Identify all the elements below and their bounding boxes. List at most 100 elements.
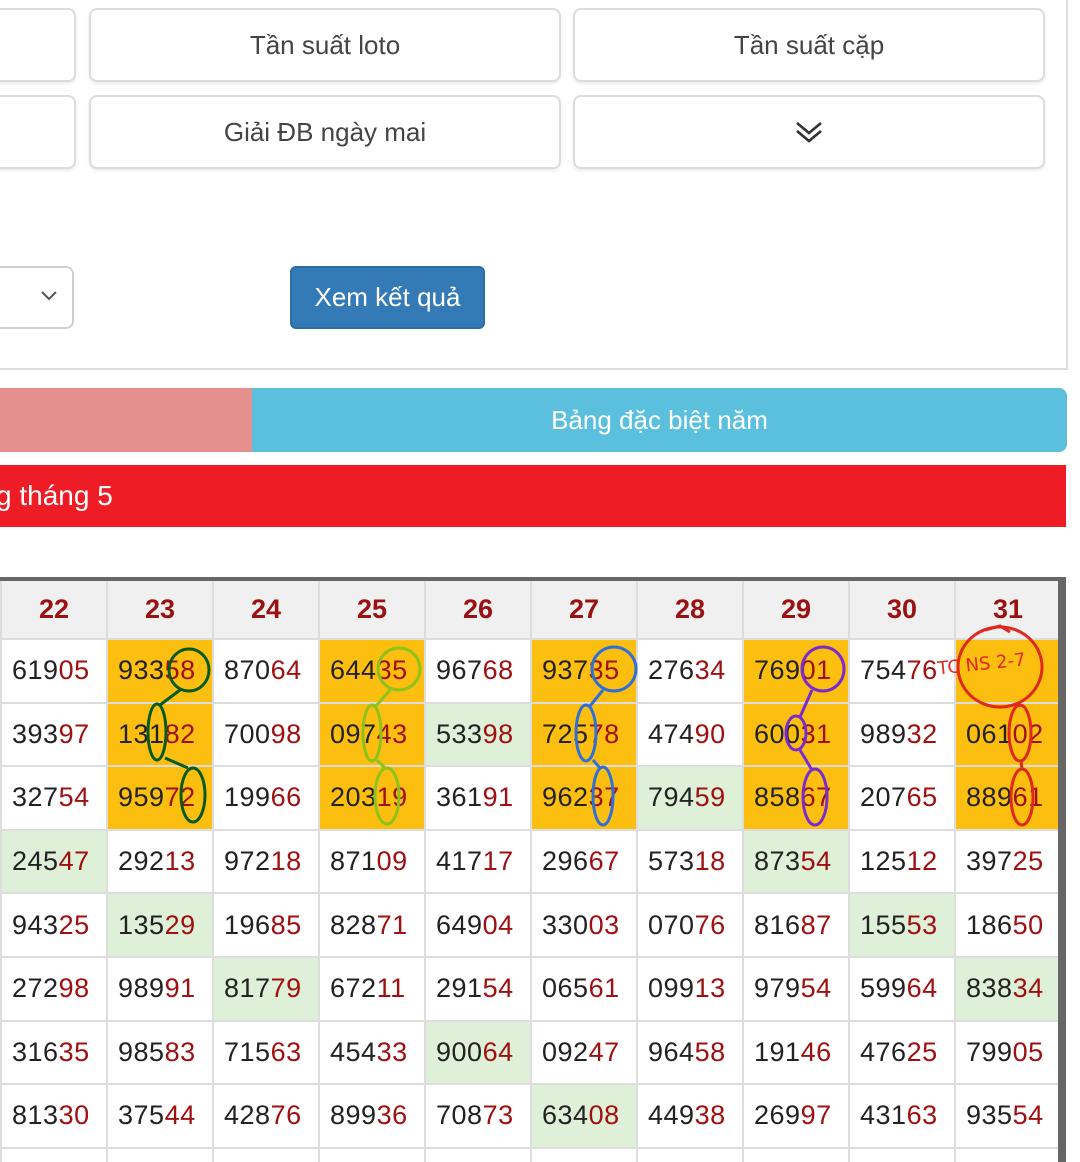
result-head-digits: 599 xyxy=(860,973,907,1004)
result-tail-digits: 38 xyxy=(694,1100,726,1131)
result-head-digits: 933 xyxy=(118,655,165,686)
result-head-digits: 476 xyxy=(860,1036,907,1067)
result-head-digits: 813 xyxy=(12,1100,59,1131)
result-cell xyxy=(636,1146,744,1162)
result-tail-digits: 31 xyxy=(800,718,832,749)
result-tail-digits: 76 xyxy=(270,1100,302,1131)
result-cell: 06102 xyxy=(954,701,1062,768)
day-header-23: 23 xyxy=(106,578,214,640)
result-head-digits: 454 xyxy=(330,1036,377,1067)
result-cell: 70873 xyxy=(424,1083,532,1149)
result-cell: 39725 xyxy=(954,828,1062,895)
result-head-digits: 959 xyxy=(118,782,165,813)
tan-suat-loto-button[interactable]: Tần suất loto xyxy=(89,8,561,82)
result-tail-digits: 09 xyxy=(376,846,408,877)
result-cell: 19966 xyxy=(212,765,320,831)
table-row: 32754 95972 19966 20319 36191 96237 79459 85867… xyxy=(0,765,1062,831)
result-cell: 06561 xyxy=(530,955,638,1022)
tan-suat-hidden-button[interactable] xyxy=(0,8,76,82)
result-cell: 87064 xyxy=(212,638,320,704)
result-head-digits: 899 xyxy=(330,1100,377,1131)
result-cell: 79905 xyxy=(954,1019,1062,1086)
result-tail-digits: 79 xyxy=(270,973,302,1004)
left-hidden-button[interactable] xyxy=(0,95,76,169)
result-tail-digits: 54 xyxy=(800,973,832,1004)
result-tail-digits: 47 xyxy=(58,846,90,877)
table-frame-right xyxy=(1058,578,1066,1162)
result-tail-digits: 25 xyxy=(58,909,90,940)
result-cell xyxy=(848,1146,956,1162)
result-cell: 79459 xyxy=(636,765,744,831)
giai-db-ngay-mai-button[interactable]: Giải ĐB ngày mai xyxy=(89,95,561,169)
result-cell: 45433 xyxy=(318,1019,426,1086)
table-row: 31635 98583 71563 45433 90064 09247 96458 19146… xyxy=(0,1019,1062,1086)
result-head-digits: 634 xyxy=(542,1100,589,1131)
result-head-digits: 361 xyxy=(436,782,483,813)
result-tail-digits: 35 xyxy=(376,655,408,686)
table-frame-top xyxy=(0,577,1066,581)
result-cell: 88961 xyxy=(954,765,1062,831)
result-cell: 18650 xyxy=(954,892,1062,958)
result-head-digits: 817 xyxy=(224,973,271,1004)
result-head-digits: 397 xyxy=(966,846,1013,877)
table-row: 39397 13182 70098 09743 53398 72578 47490 60031… xyxy=(0,701,1062,768)
expand-more-button[interactable] xyxy=(573,95,1045,169)
result-head-digits: 245 xyxy=(12,846,59,877)
result-cell: 75476 xyxy=(848,638,956,704)
result-head-digits: 186 xyxy=(966,909,1013,940)
result-head-digits: 291 xyxy=(436,973,483,1004)
result-head-digits: 858 xyxy=(754,782,801,813)
result-head-digits: 873 xyxy=(754,846,801,877)
result-cell: 81687 xyxy=(742,892,850,958)
result-tail-digits: 83 xyxy=(164,1036,196,1067)
day-header-25: 25 xyxy=(318,578,426,640)
result-head-digits: 474 xyxy=(648,718,695,749)
result-head-digits: 799 xyxy=(966,1036,1013,1067)
result-head-digits: 327 xyxy=(12,782,59,813)
result-head-digits: 972 xyxy=(224,846,271,877)
result-head-digits: 207 xyxy=(860,782,907,813)
result-cell: 09913 xyxy=(636,955,744,1022)
tab-active[interactable] xyxy=(0,388,252,452)
result-cell: 09247 xyxy=(530,1019,638,1086)
result-cell: 95972 xyxy=(106,765,214,831)
result-head-digits: 070 xyxy=(648,909,695,940)
result-tail-digits: 04 xyxy=(482,909,514,940)
result-head-digits: 203 xyxy=(330,782,377,813)
result-cell: 72578 xyxy=(530,701,638,768)
tab-bang-dac-biet-nam[interactable]: Bảng đặc biệt năm xyxy=(252,388,1067,452)
day-header-28: 28 xyxy=(636,578,744,640)
result-head-digits: 131 xyxy=(118,718,165,749)
results-table-wrap: 22 23 24 25 26 27 28 29 30 31 61905 93358 87064 6443… xyxy=(0,578,1066,1162)
result-cell: 13529 xyxy=(106,892,214,958)
result-tail-digits: 61 xyxy=(1012,782,1044,813)
result-tail-digits: 91 xyxy=(164,973,196,1004)
result-head-digits: 199 xyxy=(224,782,271,813)
result-head-digits: 870 xyxy=(224,655,271,686)
result-head-digits: 449 xyxy=(648,1100,695,1131)
result-cell: 41717 xyxy=(424,828,532,895)
result-head-digits: 725 xyxy=(542,718,589,749)
result-tail-digits: 58 xyxy=(164,655,196,686)
result-cell: 82871 xyxy=(318,892,426,958)
result-tail-digits: 34 xyxy=(1012,973,1044,1004)
tan-suat-cap-button[interactable]: Tần suất cặp xyxy=(573,8,1045,82)
result-cell xyxy=(530,1146,638,1162)
result-head-digits: 292 xyxy=(118,846,165,877)
day-header-31: 31 xyxy=(954,578,1062,640)
result-head-digits: 330 xyxy=(542,909,589,940)
result-head-digits: 428 xyxy=(224,1100,271,1131)
result-tail-digits: 30 xyxy=(58,1100,90,1131)
xem-ket-qua-button[interactable]: Xem kết quả xyxy=(290,266,485,329)
result-tail-digits: 78 xyxy=(588,718,620,749)
result-cell: 33003 xyxy=(530,892,638,958)
result-tail-digits: 91 xyxy=(482,782,514,813)
result-tail-digits: 98 xyxy=(270,718,302,749)
result-cell: 98932 xyxy=(848,701,956,768)
month-select[interactable] xyxy=(0,266,74,329)
result-tail-digits: 54 xyxy=(800,846,832,877)
result-head-digits: 828 xyxy=(330,909,377,940)
day-header-24: 24 xyxy=(212,578,320,640)
result-tail-digits: 64 xyxy=(482,1036,514,1067)
result-head-digits: 889 xyxy=(966,782,1013,813)
